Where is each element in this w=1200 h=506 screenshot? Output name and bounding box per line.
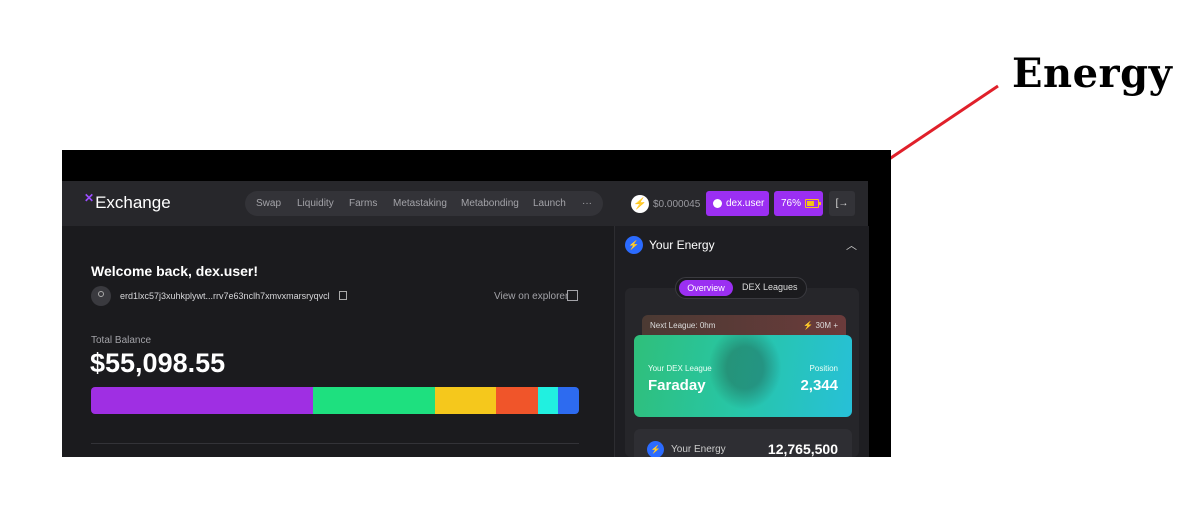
total-balance-value: $55,098.55 <box>90 348 226 378</box>
energy-tabs: Overview DEX Leagues <box>675 277 807 299</box>
battery-icon <box>805 199 822 208</box>
league-name: Faraday <box>648 377 706 394</box>
your-energy-value: 12,765,500 <box>767 441 838 457</box>
external-link-icon[interactable] <box>567 290 578 301</box>
token-price-value: $0.000045 <box>653 198 701 210</box>
league-card: Your DEX League Faraday Position 2,344 <box>634 335 852 417</box>
position-label: Position <box>809 364 838 373</box>
nav-item-liquidity[interactable]: Liquidity <box>297 198 334 209</box>
chevron-up-icon[interactable]: ︿ <box>846 237 857 253</box>
allocation-segment <box>558 387 579 414</box>
nav-item-swap[interactable]: Swap <box>256 198 281 209</box>
next-league-req-value: 30M + <box>815 321 838 330</box>
nav-item-farms[interactable]: Farms <box>349 198 377 209</box>
allocation-segment <box>496 387 538 414</box>
next-league-requirement: ⚡ 30M + <box>803 321 838 330</box>
user-icon <box>713 199 722 208</box>
user-label: dex.user <box>726 198 765 209</box>
energy-icon: ⚡ <box>647 441 664 457</box>
nav-item-metastaking[interactable]: Metastaking <box>393 198 447 209</box>
copy-icon[interactable] <box>339 291 347 300</box>
allocation-segment <box>435 387 497 414</box>
app-window: ✕Exchange Swap Liquidity Farms Metastaki… <box>62 181 869 457</box>
tab-overview[interactable]: Overview <box>679 280 733 296</box>
annotation-title: Energy <box>1012 50 1173 97</box>
nav-item-metabonding[interactable]: Metabonding <box>461 198 519 209</box>
league-portrait <box>702 335 788 417</box>
logout-button[interactable]: [→ <box>829 191 855 216</box>
main-nav: Swap Liquidity Farms Metastaking Metabon… <box>245 191 603 216</box>
total-balance-label: Total Balance <box>91 335 152 346</box>
wallet-address: erd1lxc57j3xuhkplywt...rrv7e63nclh7xmvxm… <box>120 291 330 301</box>
app-logo[interactable]: ✕Exchange <box>84 191 171 213</box>
app-screenshot: ✕Exchange Swap Liquidity Farms Metastaki… <box>62 150 891 457</box>
user-account-button[interactable]: dex.user <box>706 191 769 216</box>
energy-button[interactable]: 76% <box>774 191 823 216</box>
next-league-banner: Next League: 0hm ⚡ 30M + <box>642 315 846 337</box>
nav-item-more[interactable]: ··· <box>582 198 592 209</box>
energy-panel-title: Your Energy <box>649 238 715 252</box>
league-label: Your DEX League <box>648 364 712 373</box>
energy-small-icon: ⚡ <box>803 321 816 330</box>
logo-text: Exchange <box>95 193 171 212</box>
logout-icon: [→ <box>835 198 849 209</box>
divider <box>91 443 579 444</box>
balance-allocation-bar <box>91 387 579 414</box>
logo-mark-icon: ✕ <box>84 191 95 205</box>
allocation-segment <box>537 387 559 414</box>
avatar <box>91 286 111 306</box>
tab-dex-leagues[interactable]: DEX Leagues <box>742 282 798 292</box>
token-price[interactable]: ⚡ $0.000045 <box>631 193 700 215</box>
bolt-icon: ⚡ <box>631 195 649 213</box>
account-overview: Welcome back, dex.user! erd1lxc57j3xuhkp… <box>62 226 614 457</box>
nav-item-launch[interactable]: Launch <box>533 198 566 209</box>
next-league-label: Next League: 0hm <box>650 321 716 330</box>
allocation-segment <box>91 387 314 414</box>
view-on-explorer-link[interactable]: View on explorer <box>494 291 568 302</box>
energy-percent: 76% <box>781 198 802 209</box>
your-energy-row: ⚡ Your Energy 12,765,500 <box>634 429 852 457</box>
energy-panel: ⚡ Your Energy ︿ Overview DEX Leagues Nex… <box>614 226 869 457</box>
your-energy-label: Your Energy <box>671 444 726 455</box>
energy-icon: ⚡ <box>625 236 643 254</box>
top-navigation-bar: ✕Exchange Swap Liquidity Farms Metastaki… <box>62 181 868 226</box>
position-value: 2,344 <box>800 377 838 394</box>
allocation-segment <box>313 387 436 414</box>
welcome-heading: Welcome back, dex.user! <box>91 263 259 279</box>
